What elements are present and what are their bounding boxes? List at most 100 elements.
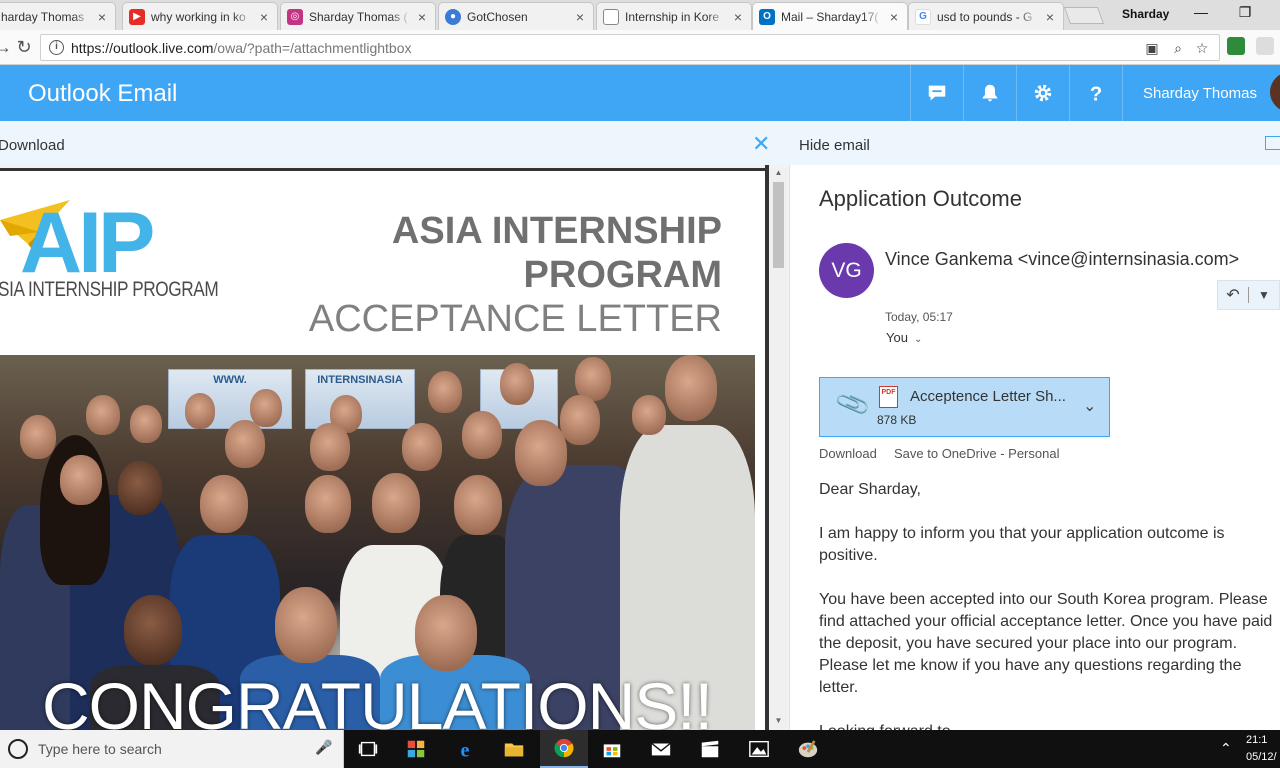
save-to-onedrive-link[interactable]: Save to OneDrive - Personal <box>894 446 1059 461</box>
bookmark-star-icon[interactable]: ☆ <box>1193 40 1211 56</box>
popout-icon[interactable] <box>1265 136 1280 150</box>
restore-icon[interactable]: ❐ <box>1230 4 1260 24</box>
chat-button[interactable] <box>910 65 963 121</box>
tab-google[interactable]: G usd to pounds - G × <box>908 2 1064 30</box>
hide-email-button[interactable]: Hide email <box>799 137 870 154</box>
face <box>124 595 182 665</box>
taskbar-app-chrome[interactable] <box>540 730 588 768</box>
face <box>250 389 282 427</box>
store-icon <box>603 744 621 758</box>
chevron-down-icon[interactable]: ⌄ <box>1083 396 1096 416</box>
tab-internship[interactable]: Internship in Kore × <box>596 2 752 30</box>
address-bar[interactable]: i https://outlook.live.com/owa/?path=/at… <box>40 34 1220 61</box>
browser-tabstrip: harday Thomas × ▶ why working in ko × ◎ … <box>0 0 1280 30</box>
tab-title: why working in ko <box>151 9 246 24</box>
svg-text:AIP: AIP <box>20 195 153 282</box>
screen: harday Thomas × ▶ why working in ko × ◎ … <box>0 0 1280 768</box>
svg-text:?: ? <box>1090 83 1102 104</box>
document-edge <box>765 165 769 730</box>
reply-icon[interactable]: ↶ <box>1218 285 1248 305</box>
chevron-up-icon[interactable]: ⌃ <box>1220 740 1232 757</box>
tab-instagram[interactable]: ◎ Sharday Thomas ( × <box>280 2 436 30</box>
face <box>225 420 265 468</box>
microphone-icon[interactable]: 🎤 <box>315 739 332 756</box>
reload-icon[interactable]: ↻ <box>13 36 35 58</box>
browser-toolbar: → ↻ i https://outlook.live.com/owa/?path… <box>0 30 1280 65</box>
attachment-name: Acceptence Letter Sh... <box>910 388 1066 405</box>
sender-name[interactable]: Vince Gankema <vince@internsinasia.com> <box>885 249 1239 270</box>
face <box>118 461 162 515</box>
tab-outlook[interactable]: O Mail – Sharday17( × <box>752 2 908 30</box>
tab-youtube[interactable]: ▶ why working in ko × <box>122 2 278 30</box>
taskbar-app-paint[interactable] <box>784 730 832 768</box>
chevron-down-icon[interactable]: ▼ <box>1249 288 1279 302</box>
taskbar-app-explorer[interactable] <box>490 730 538 768</box>
face <box>200 475 248 533</box>
google-icon: G <box>915 8 931 25</box>
close-icon[interactable]: × <box>887 9 901 25</box>
scroll-up-icon[interactable]: ▲ <box>770 168 787 180</box>
task-view-button[interactable] <box>344 730 392 768</box>
body-paragraph: I am happy to inform you that your appli… <box>819 525 1225 564</box>
taskbar-search[interactable]: Type here to search 🎤 <box>0 730 344 768</box>
document-scrollbar[interactable]: ▲ ▼ <box>770 168 787 730</box>
photo-story-icon <box>407 740 425 758</box>
edge-icon: e <box>461 739 470 760</box>
close-icon[interactable]: × <box>573 9 587 25</box>
taskbar-app-edge[interactable]: e <box>441 730 489 768</box>
taskbar-app-movies[interactable] <box>686 730 734 768</box>
email-date: Today, 05:17 <box>885 310 953 324</box>
taskbar-app-photos-viewer[interactable] <box>735 730 783 768</box>
pdf-icon: PDF <box>879 386 898 408</box>
help-icon: ? <box>1090 83 1102 104</box>
sender-avatar[interactable]: VG <box>819 243 874 298</box>
close-icon[interactable]: × <box>415 9 429 25</box>
app-title[interactable]: Outlook Email <box>28 80 177 108</box>
scroll-thumb[interactable] <box>773 182 784 268</box>
info-icon[interactable]: i <box>49 40 64 55</box>
taskbar-app-store[interactable] <box>588 730 636 768</box>
attachment-card[interactable]: 📎 PDF Acceptence Letter Sh... 878 KB ⌄ <box>819 377 1110 437</box>
close-icon[interactable]: ✕ <box>752 131 770 157</box>
task-view-icon <box>358 741 378 757</box>
clock-date: 05/12/ <box>1246 751 1277 763</box>
zoom-icon[interactable]: ⌕ <box>1169 40 1187 56</box>
pdf-extension-icon[interactable] <box>1256 37 1274 55</box>
gotchosen-icon: ● <box>445 8 461 25</box>
bell-icon <box>982 84 998 102</box>
close-icon[interactable]: × <box>95 9 109 25</box>
minimize-icon[interactable]: — <box>1186 4 1216 24</box>
tab-title: Internship in Kore <box>625 9 720 24</box>
close-icon[interactable]: × <box>731 9 745 25</box>
download-button[interactable]: Download <box>0 137 65 154</box>
logo-subtitle: SIA INTERNSHIP PROGRAM <box>0 278 219 301</box>
tab-facebook[interactable]: harday Thomas × <box>0 2 116 30</box>
doc-title-line-1: ASIA INTERNSHIP <box>391 210 722 252</box>
taskbar-app-mail[interactable] <box>637 730 685 768</box>
tab-gotchosen[interactable]: ● GotChosen × <box>438 2 594 30</box>
account-button[interactable]: Sharday Thomas <box>1122 65 1280 121</box>
profile-name[interactable]: Sharday <box>1122 7 1169 21</box>
attachment-download-link[interactable]: Download <box>819 446 877 461</box>
taskbar-app-photos[interactable] <box>392 730 440 768</box>
notifications-button[interactable] <box>963 65 1016 121</box>
face <box>305 475 351 533</box>
cortana-icon[interactable] <box>8 739 28 759</box>
svg-text:e: e <box>461 739 470 760</box>
picture-icon <box>749 740 769 758</box>
help-button[interactable]: ? <box>1069 65 1122 121</box>
body-paragraph: You have been accepted into our South Ko… <box>819 591 1273 696</box>
blocked-popup-icon[interactable]: ▣ <box>1143 40 1161 56</box>
close-icon[interactable]: × <box>257 9 271 25</box>
scroll-down-icon[interactable]: ▼ <box>770 716 787 728</box>
extension-icon[interactable] <box>1227 37 1245 55</box>
settings-button[interactable] <box>1016 65 1069 121</box>
recipients[interactable]: You ⌄ <box>886 330 922 345</box>
user-name: Sharday Thomas <box>1143 84 1257 102</box>
new-tab-button[interactable] <box>1063 7 1105 24</box>
face <box>515 420 567 486</box>
close-icon[interactable]: × <box>1043 9 1057 25</box>
clock[interactable]: 21:1 05/12/ <box>1246 732 1277 766</box>
forward-icon[interactable]: → <box>0 36 14 58</box>
face <box>560 395 600 445</box>
